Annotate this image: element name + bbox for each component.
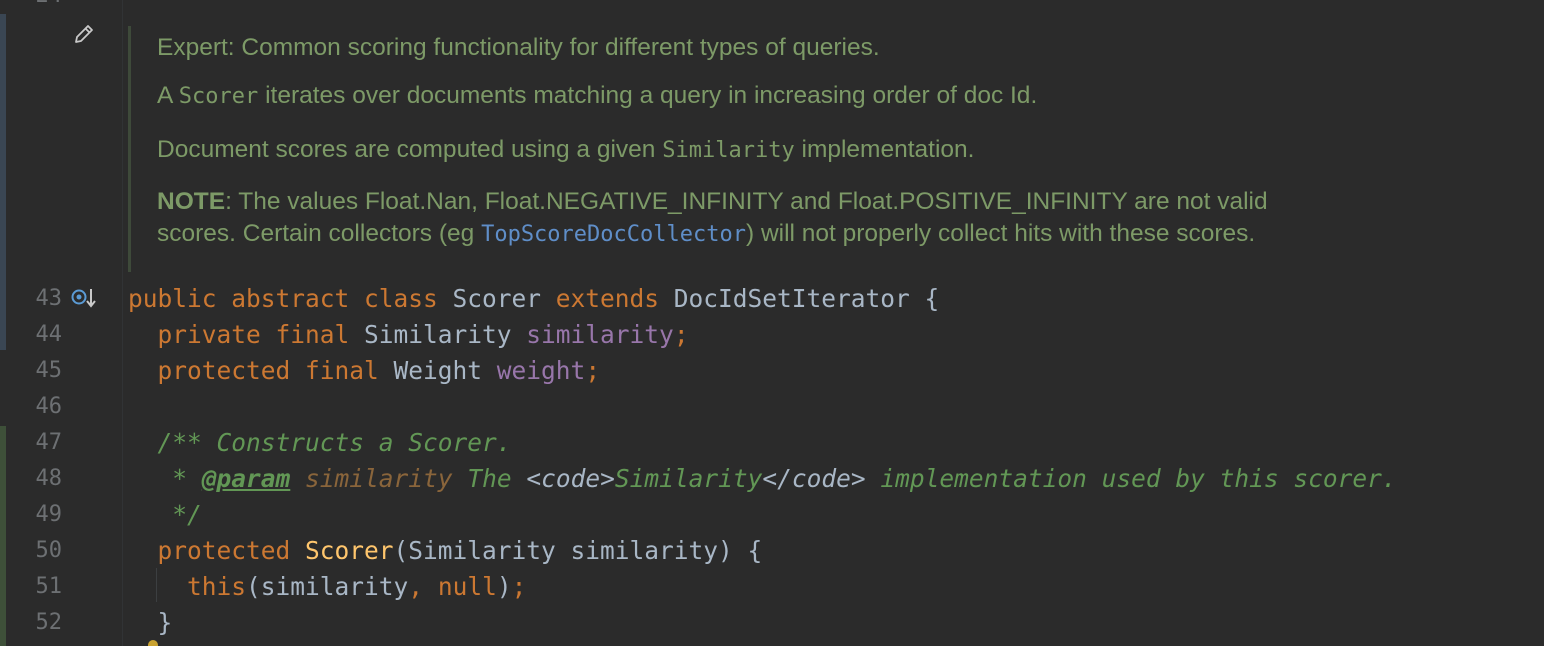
doc-text: iterates over documents matching a query… xyxy=(258,82,1038,109)
code-line-43[interactable]: public abstract class Scorer extends Doc… xyxy=(128,281,939,317)
line-number: 46 xyxy=(35,394,63,419)
keyword: this xyxy=(187,572,247,601)
semicolon: ; xyxy=(585,356,601,385)
edit-icon[interactable] xyxy=(72,22,96,46)
line-number: 50 xyxy=(35,538,63,563)
doc-note: NOTE: The values Float.Nan, Float.NEGATI… xyxy=(157,188,1268,216)
line-number: 45 xyxy=(35,358,63,383)
superclass-name: DocIdSetIterator { xyxy=(659,284,940,313)
doc-text: implementation. xyxy=(794,136,975,163)
doc-text: Document scores are computed using a giv… xyxy=(157,136,663,163)
doc-paragraph: Document scores are computed using a giv… xyxy=(157,136,974,164)
javadoc-comment: implementation used by this scorer. xyxy=(865,464,1397,493)
keyword: protected final xyxy=(157,356,379,385)
class-name: Scorer xyxy=(437,284,556,313)
doc-text: scores. Certain collectors (eg xyxy=(157,220,482,247)
keyword: extends xyxy=(555,284,660,313)
line-number: 48 xyxy=(35,466,63,491)
javadoc-comment: Similarity xyxy=(614,464,763,493)
code-line-44[interactable]: private final Similarity similarity; xyxy=(128,317,689,353)
html-tag: <code> xyxy=(526,464,615,493)
line-number: 47 xyxy=(35,430,63,455)
code-line-49[interactable]: */ xyxy=(128,497,202,533)
doc-code: Scorer xyxy=(178,84,259,109)
doc-paragraph: A Scorer iterates over documents matchin… xyxy=(157,82,1037,110)
keyword: null xyxy=(423,572,497,601)
javadoc-comment: */ xyxy=(172,500,202,529)
semicolon: ; xyxy=(511,572,527,601)
parameter-list: (Similarity similarity) { xyxy=(393,536,763,565)
javadoc-comment: The xyxy=(452,464,527,493)
line-number: 52 xyxy=(35,610,63,635)
doc-text: : The values Float.Nan, Float.NEGATIVE_I… xyxy=(225,188,1268,215)
line-number: 51 xyxy=(35,574,63,599)
javadoc-comment: * xyxy=(172,464,202,493)
doc-code: Similarity xyxy=(662,138,795,163)
code-line-52[interactable]: } xyxy=(128,605,173,641)
line-number: 43 xyxy=(35,286,63,311)
code-line-50[interactable]: protected Scorer(Similarity similarity) … xyxy=(128,533,763,569)
code-line-51[interactable]: this(similarity, null); xyxy=(128,569,526,605)
doc-link-topscoredoccollector[interactable]: TopScoreDocCollector xyxy=(481,222,746,247)
doc-note-cont: scores. Certain collectors (eg TopScoreD… xyxy=(157,220,1255,248)
semicolon: ; xyxy=(673,320,689,349)
keyword: protected xyxy=(157,536,291,565)
paren: ) xyxy=(496,572,512,601)
code-line-45[interactable]: protected final Weight weight; xyxy=(128,353,601,389)
line-number: 49 xyxy=(35,502,63,527)
html-tag: </code> xyxy=(762,464,866,493)
keyword: public abstract class xyxy=(128,284,438,313)
implemented-icon[interactable] xyxy=(70,286,98,312)
comma: , xyxy=(408,572,424,601)
line-number: 24 xyxy=(0,0,63,14)
code-line-47[interactable]: /** Constructs a Scorer. xyxy=(128,425,512,461)
javadoc-param-tag[interactable]: @param xyxy=(202,464,291,493)
code-line-48[interactable]: * @param similarity The <code>Similarity… xyxy=(128,461,1397,497)
lightbulb-icon[interactable] xyxy=(148,640,158,646)
doc-text: A xyxy=(157,82,179,109)
javadoc-comment: /** Constructs a Scorer. xyxy=(157,428,512,457)
doc-summary: Expert: Common scoring functionality for… xyxy=(157,34,880,61)
rendered-javadoc[interactable]: Expert: Common scoring functionality for… xyxy=(128,26,1511,272)
line-number: 44 xyxy=(35,322,63,347)
javadoc-param-name: similarity xyxy=(290,464,453,493)
closing-brace: } xyxy=(157,608,173,637)
type-name: Weight xyxy=(378,356,497,385)
note-label: NOTE xyxy=(157,188,226,215)
field-name: weight xyxy=(496,356,586,385)
doc-text: ) will not properly collect hits with th… xyxy=(745,220,1256,247)
argument: (similarity xyxy=(246,572,409,601)
method-name: Scorer xyxy=(290,536,394,565)
type-name: Similarity xyxy=(349,320,527,349)
gutter-separator xyxy=(122,0,123,646)
field-name: similarity xyxy=(526,320,674,349)
keyword: private final xyxy=(157,320,350,349)
